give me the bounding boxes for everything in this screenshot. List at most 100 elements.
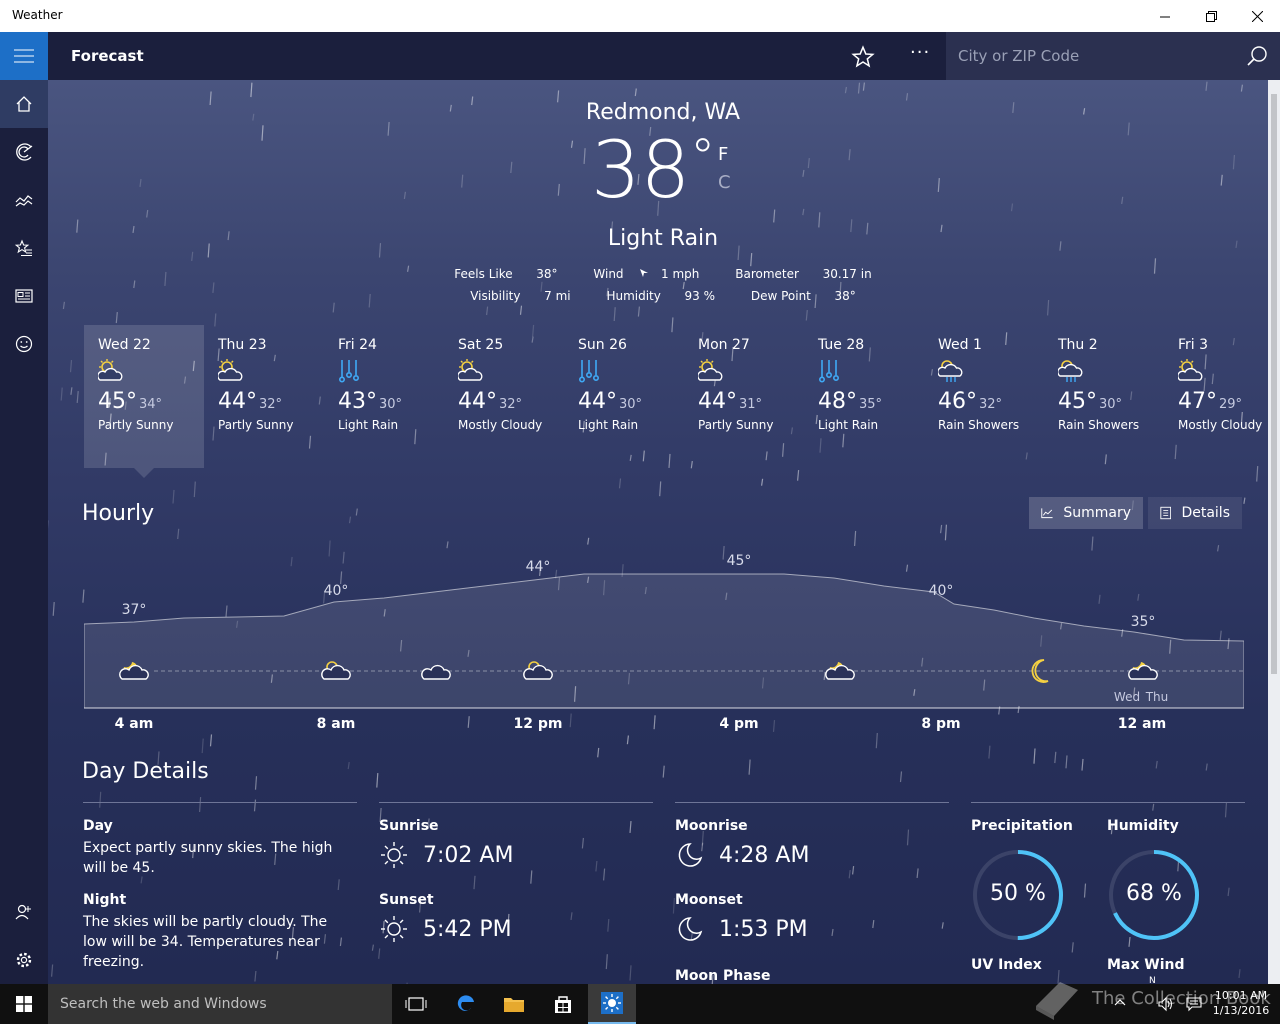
nav-feedback[interactable] (0, 320, 48, 368)
weather-app-button[interactable] (588, 984, 636, 1024)
store-button[interactable] (539, 984, 587, 1024)
low-temp: 30° (379, 397, 403, 412)
task-view-icon (405, 997, 427, 1011)
hourly-temperature-area (84, 573, 1244, 709)
taskbar: The Collection Book 10:01 AM 1/13/2016 (0, 982, 1280, 1024)
clock-time: 10:01 AM (1214, 989, 1268, 1002)
menu-button[interactable] (0, 32, 48, 80)
task-view-button[interactable] (392, 984, 440, 1024)
low-temp: 32° (499, 397, 523, 412)
show-hidden-icons-icon[interactable] (1114, 997, 1126, 1009)
taskbar-search-input[interactable] (48, 984, 392, 1024)
daily-forecast-item[interactable]: Tue 28 48° 35° Light Rain (804, 325, 924, 468)
day-condition: Rain Showers (938, 418, 1020, 432)
scrollbar-thumb[interactable] (1271, 94, 1277, 674)
daily-forecast-item[interactable]: Wed 22 45° 34° Partly Sunny (84, 325, 204, 468)
summary-toggle-button[interactable]: Summary (1029, 497, 1143, 529)
high-temp: 47° (1178, 389, 1217, 414)
low-temp: 35° (859, 397, 883, 412)
night-text: The skies will be partly cloudy. The low… (83, 914, 328, 970)
section-divider (675, 802, 949, 803)
nav-maps[interactable] (0, 128, 48, 176)
edge-button[interactable] (442, 984, 490, 1024)
close-icon (1251, 10, 1263, 22)
day-condition: Mostly Cloudy (1178, 418, 1263, 432)
unit-celsius-toggle[interactable]: C (718, 172, 731, 193)
dew-point-label: Dew Point (750, 289, 811, 303)
minimize-button[interactable] (1142, 0, 1188, 32)
daily-forecast-item[interactable]: Fri 24 43° 30° Light Rain (324, 325, 444, 468)
chart-icon (15, 195, 33, 207)
more-button[interactable]: ··· (910, 42, 930, 63)
close-button[interactable] (1234, 0, 1280, 32)
city-search-input[interactable] (946, 32, 1236, 80)
nav-settings[interactable] (0, 936, 48, 984)
barometer-value: 30.17 in (822, 267, 872, 281)
wind-value: 1 mph (661, 267, 700, 281)
unit-fahrenheit-toggle[interactable]: F (718, 144, 728, 165)
hourly-temp-label: 40° (929, 583, 954, 599)
rain-icon (578, 359, 684, 385)
day-condition: Partly Sunny (698, 418, 774, 432)
window-title: Weather (12, 8, 63, 22)
day-name: Tue 28 (818, 337, 865, 353)
day-name: Mon 27 (698, 337, 750, 353)
daily-forecast-item[interactable]: Wed 1 46° 32° Rain Showers (924, 325, 1044, 468)
details-toggle-button[interactable]: Details (1148, 497, 1242, 529)
list-icon (1160, 506, 1172, 520)
high-temp: 44° (698, 389, 737, 414)
barometer-label: Barometer (735, 267, 799, 281)
nav-places[interactable] (0, 224, 48, 272)
high-temp: 48° (818, 389, 857, 414)
folder-icon (504, 998, 524, 1012)
daily-forecast-item[interactable]: Mon 27 44° 31° Partly Sunny (684, 325, 804, 468)
visibility-value: 7 mi (544, 289, 571, 303)
day-name: Fri 3 (1178, 337, 1209, 353)
gear-icon (16, 952, 32, 968)
section-divider (379, 802, 653, 803)
minimize-icon (1159, 16, 1170, 17)
favorite-button[interactable] (850, 44, 876, 70)
start-button[interactable] (0, 984, 48, 1024)
store-bag-icon (555, 996, 571, 1013)
daily-forecast-item[interactable]: Fri 3 47° 29° Mostly Cloudy (1164, 325, 1268, 468)
nav-account[interactable] (0, 888, 48, 936)
partly-sunny-icon (217, 359, 324, 385)
day-condition: Rain Showers (1058, 418, 1140, 432)
star-icon (851, 45, 875, 68)
nav-historical[interactable] (0, 176, 48, 224)
daily-forecast-item[interactable]: Thu 23 44° 32° Partly Sunny (204, 325, 324, 468)
day-name: Sun 26 (578, 337, 627, 353)
hour-label: 4 pm (719, 716, 759, 732)
section-divider (83, 802, 357, 803)
low-temp: 32° (979, 397, 1003, 412)
high-temp: 45° (1058, 389, 1097, 414)
clock-date: 1/13/2016 (1212, 1004, 1270, 1017)
restore-button[interactable] (1188, 0, 1234, 32)
hour-label: 8 am (316, 716, 356, 732)
day-name: Thu 2 (1058, 337, 1098, 353)
volume-icon[interactable] (1158, 996, 1174, 1012)
partly-sunny-icon (1177, 359, 1268, 385)
forecast-content[interactable]: Redmond, WA 38° F C Light Rain Feels Lik… (48, 80, 1268, 984)
nav-forecast[interactable] (0, 80, 48, 128)
night-label: Night (83, 892, 127, 908)
nav-news[interactable] (0, 272, 48, 320)
home-icon (16, 96, 32, 112)
partly-sunny-icon (97, 359, 204, 385)
high-temp: 46° (938, 389, 977, 414)
daily-forecast-item[interactable]: Thu 2 45° 30° Rain Showers (1044, 325, 1164, 468)
action-center-icon[interactable] (1186, 996, 1202, 1012)
daily-forecast-item[interactable]: Sun 26 44° 30° Light Rain (564, 325, 684, 468)
section-divider (971, 802, 1245, 803)
daily-forecast-item[interactable]: Sat 25 44° 32° Mostly Cloudy (444, 325, 564, 468)
day-condition: Light Rain (818, 418, 879, 432)
search-button[interactable] (1246, 45, 1268, 71)
file-explorer-button[interactable] (490, 984, 538, 1024)
visibility-label: Visibility (470, 289, 521, 303)
day-name: Thu 23 (218, 337, 267, 353)
vertical-scrollbar[interactable] (1268, 80, 1280, 984)
system-clock[interactable]: 10:01 AM 1/13/2016 (1208, 988, 1274, 1018)
showers-icon (1057, 359, 1164, 385)
low-temp: 30° (619, 397, 643, 412)
